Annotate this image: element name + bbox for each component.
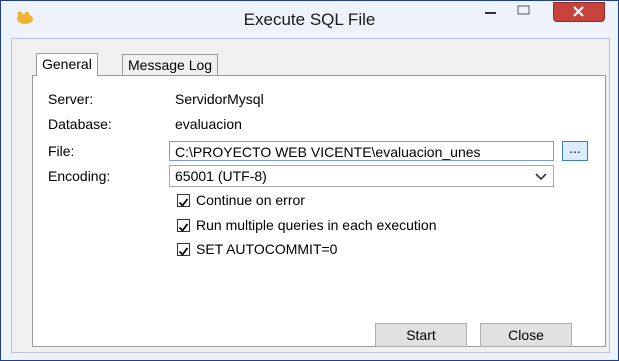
run-multiple-queries-label: Run multiple queries in each execution [196, 217, 437, 233]
encoding-label: Encoding: [48, 168, 111, 184]
set-autocommit-label: SET AUTOCOMMIT=0 [196, 241, 338, 257]
continue-on-error-label: Continue on error [196, 192, 305, 208]
start-button[interactable]: Start [375, 323, 467, 347]
database-value: evaluacion [175, 116, 242, 132]
checkmark-icon [178, 198, 189, 207]
title-bar[interactable]: Execute SQL File [1, 1, 618, 37]
checkmark-icon [178, 223, 189, 232]
browse-button[interactable]: ... [562, 141, 588, 161]
checkmark-icon [178, 247, 189, 256]
server-value: ServidorMysql [175, 91, 264, 107]
chevron-down-icon [535, 166, 547, 191]
maximize-button[interactable] [509, 2, 539, 22]
database-label: Database: [48, 116, 112, 132]
checkbox-run-multiple-queries[interactable] [177, 219, 190, 232]
file-path-input[interactable]: C:\PROYECTO WEB VICENTE\evaluacion_unes [169, 141, 554, 161]
encoding-value: 65001 (UTF-8) [175, 168, 267, 184]
checkbox-set-autocommit[interactable] [177, 243, 190, 256]
checkbox-continue-on-error[interactable] [177, 194, 190, 207]
close-button[interactable]: Close [480, 323, 572, 347]
minimize-button[interactable] [476, 2, 506, 22]
file-label: File: [48, 143, 75, 159]
tab-message-log[interactable]: Message Log [122, 54, 219, 75]
general-panel [32, 75, 606, 347]
close-icon [573, 6, 584, 17]
server-label: Server: [48, 91, 94, 107]
encoding-select[interactable]: 65001 (UTF-8) [169, 165, 554, 187]
execute-sql-dialog: Execute SQL File General Message Log Ser… [0, 0, 619, 361]
tab-general[interactable]: General [36, 53, 98, 76]
close-window-button[interactable] [553, 2, 605, 22]
dialog-body: General Message Log [11, 38, 610, 353]
